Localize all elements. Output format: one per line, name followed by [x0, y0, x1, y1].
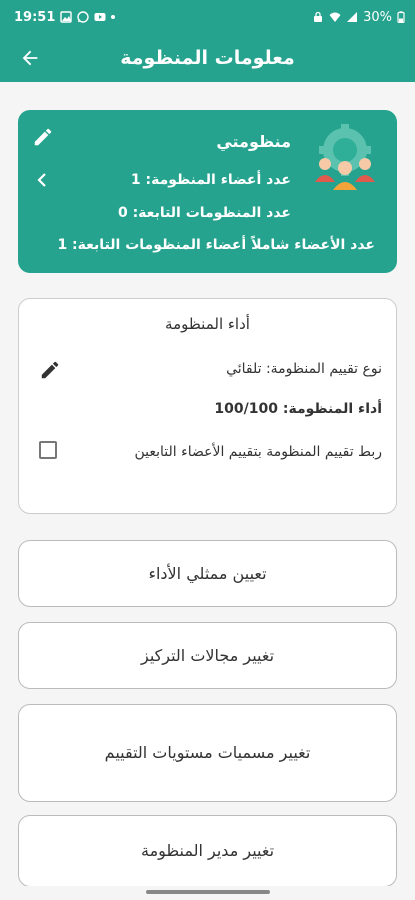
status-left: 19:51 [14, 9, 116, 25]
signal-icon [347, 12, 358, 22]
whatsapp-icon [77, 11, 90, 23]
members-details-button[interactable] [32, 168, 52, 192]
battery-text: 30% [363, 9, 392, 25]
status-right: 30% [312, 10, 405, 25]
navigation-bar [0, 886, 415, 900]
pencil-icon [41, 361, 59, 379]
link-evaluation-label: ربط تقييم المنظومة بتقييم الأعضاء التابع… [134, 444, 382, 460]
system-card: منظومتي عدد أعضاء المنظومة: 1 عدد المنظو… [18, 110, 397, 273]
arrow-left-icon [22, 50, 38, 66]
wifi-icon [329, 12, 341, 22]
edit-evaluation-button[interactable] [39, 359, 61, 381]
edit-system-button[interactable] [32, 126, 54, 148]
total-members-count: عدد الأعضاء شاملاً أعضاء المنظومات التاب… [57, 237, 375, 253]
gallery-icon [60, 11, 73, 23]
members-count: عدد أعضاء المنظومة: 1 [130, 172, 291, 188]
link-evaluation-checkbox[interactable] [39, 441, 57, 459]
lock-icon [314, 11, 323, 22]
app-bar: معلومات المنظومة [0, 34, 415, 82]
pencil-icon [34, 128, 52, 146]
performance-card: أداء المنظومة نوع تقييم المنظومة: تلقائي… [18, 298, 397, 514]
change-evaluation-levels-button[interactable]: تغيير مسميات مستويات التقييم [18, 704, 397, 802]
back-button[interactable] [14, 44, 46, 72]
youtube-icon [94, 13, 106, 21]
dot-icon [111, 15, 116, 19]
team-gear-icon [315, 124, 375, 190]
status-time: 19:51 [14, 9, 56, 25]
chevron-left-icon [37, 173, 46, 187]
battery-icon [397, 11, 405, 23]
change-focus-areas-button[interactable]: تغيير مجالات التركيز [18, 622, 397, 689]
performance-title: أداء المنظومة [165, 315, 250, 333]
evaluation-type: نوع تقييم المنظومة: تلقائي [226, 361, 382, 377]
status-bar: 19:51 30% [0, 0, 415, 34]
assign-representatives-button[interactable]: تعيين ممثلي الأداء [18, 540, 397, 607]
home-handle[interactable] [146, 890, 270, 894]
performance-value: أداء المنظومة: 100/100 [214, 401, 382, 417]
system-name: منظومتي [216, 132, 291, 151]
change-manager-button[interactable]: تغيير مدير المنظومة [18, 815, 397, 887]
subsystems-count: عدد المنظومات التابعة: 0 [117, 205, 291, 221]
page-title: معلومات المنظومة [120, 47, 295, 69]
